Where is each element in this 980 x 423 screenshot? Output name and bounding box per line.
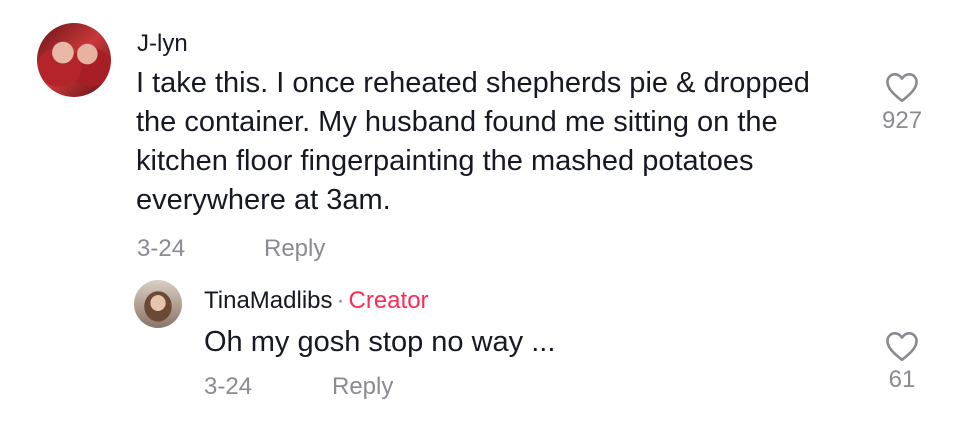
comment-date: 3-24 xyxy=(137,235,186,262)
like-button[interactable]: 61 xyxy=(882,330,922,394)
like-count: 927 xyxy=(882,107,923,134)
reply-author[interactable]: TinaMadlibs xyxy=(204,287,333,314)
avatar[interactable] xyxy=(134,280,182,328)
reply-button[interactable]: Reply xyxy=(332,373,393,401)
reply-text: Oh my gosh stop no way ... xyxy=(204,326,556,358)
avatar[interactable] xyxy=(37,23,111,97)
creator-badge: Creator xyxy=(348,287,429,314)
like-count: 61 xyxy=(888,366,916,393)
reply-author-line: TinaMadlibs · Creator xyxy=(204,287,429,315)
reply-date: 3-24 xyxy=(204,373,253,400)
comment-author[interactable]: J-lyn xyxy=(137,30,188,58)
reply-button[interactable]: Reply xyxy=(264,235,325,263)
like-button[interactable]: 927 xyxy=(882,71,922,135)
heart-outline-icon[interactable] xyxy=(884,71,920,103)
comment-text: I take this. I once reheated shepherds p… xyxy=(136,67,810,216)
separator: · xyxy=(336,287,345,314)
heart-outline-icon[interactable] xyxy=(884,330,920,362)
